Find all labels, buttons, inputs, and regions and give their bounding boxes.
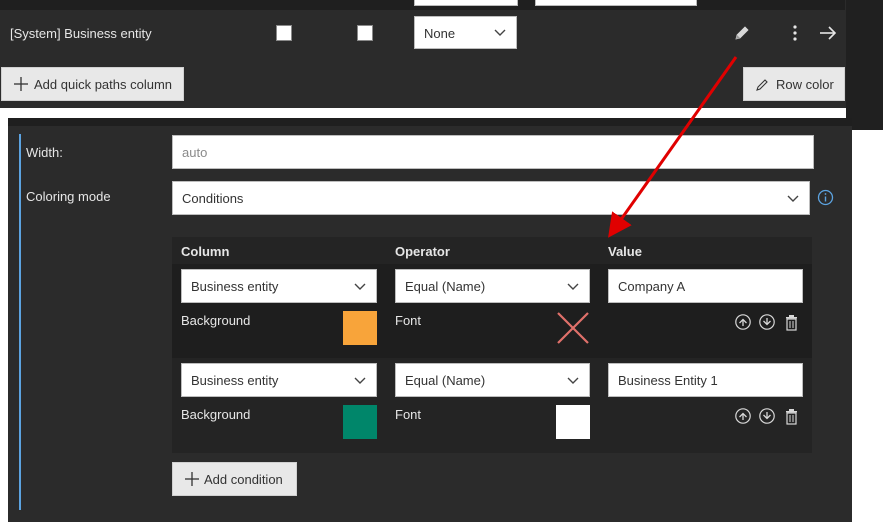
plus-icon (185, 472, 199, 486)
condition-value-text: Business Entity 1 (618, 373, 718, 388)
more-vertical-icon[interactable] (785, 23, 805, 43)
add-quick-paths-column-label: Add quick paths column (34, 77, 173, 92)
operator-header: Operator (395, 244, 450, 259)
move-down-icon[interactable] (759, 408, 775, 424)
move-up-icon[interactable] (735, 314, 751, 330)
add-condition-label: Add condition (204, 472, 283, 487)
condition-column-select[interactable]: Business entity (181, 269, 377, 303)
background-label: Background (181, 313, 251, 328)
width-input[interactable]: auto (172, 135, 814, 169)
add-condition-button[interactable]: Add condition (172, 462, 297, 496)
arrow-right-icon[interactable] (818, 23, 838, 43)
font-label: Font (395, 407, 422, 422)
chevron-down-icon (354, 377, 366, 384)
plus-icon (14, 77, 28, 91)
no-color-icon[interactable] (556, 311, 590, 345)
condition-value-text: Company A (618, 279, 686, 294)
background-color-swatch[interactable] (343, 405, 377, 439)
width-input-placeholder: auto (182, 145, 208, 160)
pencil-icon (756, 79, 768, 91)
right-gutter (846, 0, 883, 130)
value-header: Value (608, 244, 642, 259)
checkbox-1[interactable] (276, 25, 292, 41)
chevron-down-icon (567, 283, 579, 290)
condition-column-value: Business entity (191, 279, 279, 294)
chevron-down-icon (567, 377, 579, 384)
info-icon[interactable] (817, 189, 834, 206)
row-select-value: None (424, 26, 456, 41)
panel-top-border (8, 118, 852, 126)
row-actions (735, 314, 797, 331)
background-label: Background (181, 407, 251, 422)
condition-operator-select[interactable]: Equal (Name) (395, 363, 590, 397)
font-label: Font (395, 313, 422, 328)
trash-icon[interactable] (786, 409, 797, 425)
trash-icon[interactable] (786, 315, 797, 331)
chevron-down-icon (354, 283, 366, 290)
chevron-down-icon (494, 29, 506, 36)
panel-accent-line (19, 134, 21, 510)
column-header: Column (181, 244, 230, 259)
condition-column-value: Business entity (191, 373, 279, 388)
row-select[interactable]: None (414, 16, 517, 49)
condition-operator-value: Equal (Name) (405, 279, 486, 294)
condition-value-input[interactable]: Company A (608, 269, 803, 303)
condition-operator-value: Equal (Name) (405, 373, 486, 388)
move-down-icon[interactable] (759, 314, 775, 330)
coloring-mode-label: Coloring mode (26, 189, 111, 204)
move-up-icon[interactable] (735, 408, 751, 424)
checkbox-2[interactable] (357, 25, 373, 41)
condition-value-input[interactable]: Business Entity 1 (608, 363, 803, 397)
previous-row-input[interactable] (535, 0, 697, 6)
add-quick-paths-column-button[interactable]: Add quick paths column (1, 67, 184, 101)
width-label: Width: (26, 145, 63, 160)
row-actions (735, 408, 797, 425)
chevron-down-icon (787, 195, 799, 202)
condition-operator-select[interactable]: Equal (Name) (395, 269, 590, 303)
row-color-label: Row color (776, 77, 834, 92)
condition-column-select[interactable]: Business entity (181, 363, 377, 397)
font-color-swatch[interactable] (556, 405, 590, 439)
coloring-mode-value: Conditions (182, 191, 244, 206)
pencil-icon[interactable] (732, 23, 752, 43)
coloring-mode-select[interactable]: Conditions (172, 181, 810, 215)
background-color-swatch[interactable] (343, 311, 377, 345)
row-label: [System] Business entity (10, 26, 152, 41)
previous-row-select[interactable] (414, 0, 518, 6)
row-color-button[interactable]: Row color (743, 67, 845, 101)
